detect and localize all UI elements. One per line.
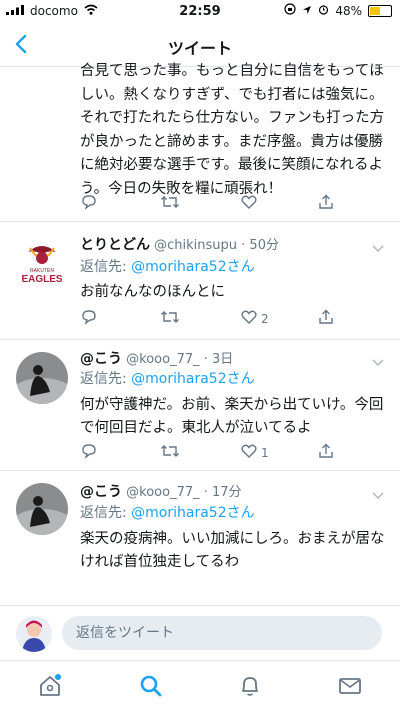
tab-notifications[interactable] bbox=[237, 673, 263, 699]
location-icon bbox=[302, 4, 312, 18]
avatar[interactable] bbox=[16, 352, 68, 404]
share-icon[interactable] bbox=[317, 308, 335, 326]
chevron-down-icon[interactable] bbox=[372, 238, 384, 253]
reply-tweet[interactable]: @こう @kooo_77_ · 17分 返信先: @morihara52さん 楽… bbox=[0, 471, 400, 605]
avatar[interactable] bbox=[16, 616, 52, 652]
reply-compose-bar: 返信をツイート bbox=[0, 605, 400, 661]
share-icon[interactable] bbox=[317, 442, 335, 460]
reply-context: 返信先: @morihara52さん bbox=[80, 368, 255, 388]
tab-messages[interactable] bbox=[337, 673, 363, 699]
user-handle[interactable]: @kooo_77_ bbox=[126, 485, 199, 500]
reply-icon[interactable] bbox=[80, 442, 98, 460]
like-count: 2 bbox=[261, 311, 269, 326]
status-right: 48% bbox=[284, 3, 392, 18]
display-name[interactable]: @こう bbox=[80, 484, 122, 500]
reply-context: 返信先: @morihara52さん bbox=[80, 256, 255, 276]
retweet-icon[interactable] bbox=[160, 308, 180, 326]
like-icon bbox=[240, 308, 258, 329]
reply-context: 返信先: @morihara52さん bbox=[80, 502, 255, 522]
orientation-lock-icon bbox=[284, 3, 296, 18]
timestamp: · 17分 bbox=[203, 485, 242, 500]
reply-to-link[interactable]: @morihara52さん bbox=[131, 259, 254, 275]
user-handle[interactable]: @kooo_77_ bbox=[126, 352, 199, 367]
bell-icon bbox=[237, 677, 263, 703]
like-icon[interactable] bbox=[240, 193, 258, 211]
timestamp: · 3日 bbox=[203, 352, 234, 367]
battery-icon bbox=[368, 4, 392, 17]
user-handle[interactable]: @chikinsupu bbox=[154, 238, 237, 253]
mail-icon bbox=[337, 678, 363, 703]
tweet-header: @こう @kooo_77_ · 17分 bbox=[80, 481, 242, 501]
home-icon bbox=[37, 674, 63, 703]
tweet-header: @こう @kooo_77_ · 3日 bbox=[80, 348, 233, 368]
tweet-text: お前なんなのほんとに bbox=[80, 284, 225, 300]
retweet-icon[interactable] bbox=[160, 193, 180, 211]
reply-prefix: 返信先: bbox=[80, 505, 132, 521]
reply-icon[interactable] bbox=[80, 308, 98, 326]
alarm-icon bbox=[318, 4, 329, 18]
tweet-actions bbox=[80, 193, 380, 213]
like-button[interactable]: 2 bbox=[240, 308, 269, 329]
search-icon bbox=[138, 675, 164, 703]
page-title: ツイート bbox=[167, 39, 232, 58]
retweet-icon[interactable] bbox=[160, 442, 180, 460]
chevron-down-icon[interactable] bbox=[372, 352, 384, 367]
status-bar: docomo 22:59 48% bbox=[0, 0, 400, 24]
tweet-text: 楽天の疫病神。いい加減にしろ。おまえが居なければ首位独走してるわ bbox=[80, 531, 385, 570]
tweet-header: とりとどん @chikinsupu · 50分 bbox=[80, 234, 279, 254]
tab-bar bbox=[0, 660, 400, 712]
reply-icon[interactable] bbox=[80, 193, 98, 211]
reply-to-link[interactable]: @morihara52さん bbox=[131, 371, 254, 387]
battery-label: 48% bbox=[335, 3, 362, 18]
tweet-actions: 1 bbox=[80, 442, 380, 462]
avatar-logo-label: EAGLES bbox=[21, 274, 62, 285]
reply-tweet[interactable]: RAKUTEN EAGLES とりとどん @chikinsupu · 50分 返… bbox=[0, 222, 400, 340]
like-icon bbox=[240, 442, 258, 463]
avatar[interactable]: RAKUTEN EAGLES bbox=[16, 238, 68, 290]
chevron-down-icon[interactable] bbox=[372, 485, 384, 500]
reply-to-link[interactable]: @morihara52さん bbox=[131, 505, 254, 521]
tweet-text: 合見て思った事。もっと自分に自信をもってほしい。熱くなりすぎず、でも打者には強気… bbox=[80, 63, 385, 197]
timestamp: · 50分 bbox=[241, 238, 279, 253]
reply-input[interactable]: 返信をツイート bbox=[62, 616, 382, 650]
display-name[interactable]: とりとどん bbox=[80, 237, 150, 253]
tweet-text: 何が守護神だ。お前、楽天から出ていけ。今回で何回目だよ。東北人が泣いてるよ bbox=[80, 397, 384, 436]
tab-search[interactable] bbox=[138, 673, 164, 699]
reply-prefix: 返信先: bbox=[80, 371, 132, 387]
share-icon[interactable] bbox=[317, 193, 335, 211]
tweet-actions: 2 bbox=[80, 308, 380, 328]
display-name[interactable]: @こう bbox=[80, 351, 122, 367]
reply-prefix: 返信先: bbox=[80, 259, 132, 275]
like-button[interactable]: 1 bbox=[240, 442, 269, 463]
reply-tweet[interactable]: @こう @kooo_77_ · 3日 返信先: @morihara52さん 何が… bbox=[0, 340, 400, 471]
tab-home[interactable] bbox=[37, 673, 63, 699]
like-count: 1 bbox=[261, 445, 269, 460]
avatar[interactable] bbox=[16, 483, 68, 535]
main-tweet[interactable]: 合見て思った事。もっと自分に自信をもってほしい。熱くなりすぎず、でも打者には強気… bbox=[0, 60, 400, 222]
